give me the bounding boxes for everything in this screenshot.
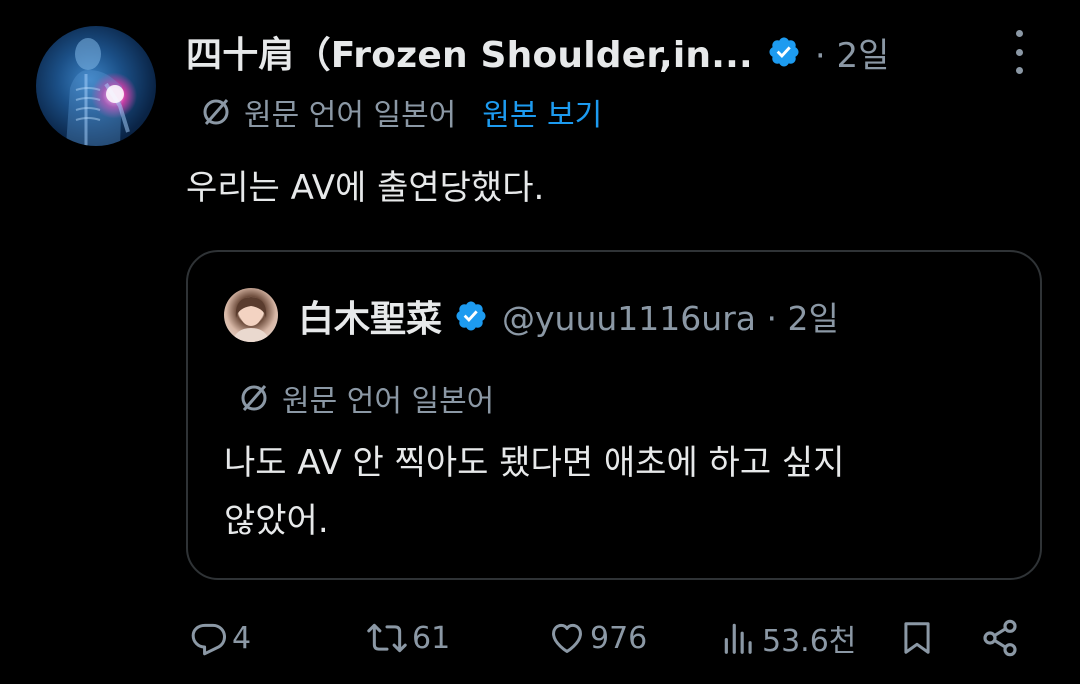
bookmark-icon xyxy=(904,622,930,654)
translation-label: 원문 언어 일본어 xyxy=(244,98,457,133)
quoted-author-avatar xyxy=(224,288,278,342)
reply-icon xyxy=(191,623,227,656)
post-header: 四十肩（Frozen Shoulder,in... · 2일 xyxy=(186,24,889,80)
show-original-link[interactable]: 원본 보기 xyxy=(482,90,602,134)
share-button[interactable] xyxy=(980,612,1020,664)
post-text: 우리는 AV에 출연당했다. xyxy=(186,168,545,208)
quoted-post-header: 白木聖菜 @yuuu1116ura · 2일 xyxy=(298,288,839,344)
author-name[interactable]: 四十肩（Frozen Shoulder,in... xyxy=(186,26,753,78)
more-icon[interactable] xyxy=(1004,30,1034,74)
repost-count: 61 xyxy=(412,620,451,656)
quoted-text-line: 않았어. xyxy=(224,501,329,541)
quoted-text-line: 나도 AV 안 찍아도 됐다면 애초에 하고 싶지 xyxy=(224,443,845,483)
quoted-handle-time: @yuuu1116ura · 2일 xyxy=(502,299,839,338)
translate-icon xyxy=(203,99,229,125)
author-avatar[interactable] xyxy=(36,26,156,146)
reply-button[interactable]: 4 xyxy=(190,612,251,664)
views-count: 53.6천 xyxy=(762,624,857,659)
translation-notice: 원문 언어 일본어 원본 보기 xyxy=(200,90,602,134)
translate-icon xyxy=(241,385,267,411)
action-bar: 4 61 976 53.6천 xyxy=(186,612,1046,664)
quoted-author-name: 白木聖菜 xyxy=(298,299,443,340)
repost-button[interactable]: 61 xyxy=(366,612,450,664)
quoted-translation-notice: 원문 언어 일본어 xyxy=(238,376,494,420)
verified-badge-icon xyxy=(769,37,799,67)
repost-icon xyxy=(367,623,407,653)
quoted-post-text: 나도 AV 안 찍아도 됐다면 애초에 하고 싶지 않았어. xyxy=(224,434,1004,550)
like-count: 976 xyxy=(590,620,648,656)
post-time[interactable]: · 2일 xyxy=(815,28,890,77)
quoted-post-card[interactable]: 白木聖菜 @yuuu1116ura · 2일 원문 언어 일본어 나도 AV 안… xyxy=(186,250,1042,580)
quoted-translation-label: 원문 언어 일본어 xyxy=(282,384,495,419)
verified-badge-icon xyxy=(456,301,486,331)
like-button[interactable]: 976 xyxy=(548,612,647,664)
reply-count: 4 xyxy=(232,620,252,656)
views-button[interactable]: 53.6천 xyxy=(720,612,856,664)
share-icon xyxy=(983,619,1017,657)
views-icon xyxy=(724,623,752,654)
bookmark-button[interactable] xyxy=(898,612,936,664)
like-icon xyxy=(552,623,582,653)
